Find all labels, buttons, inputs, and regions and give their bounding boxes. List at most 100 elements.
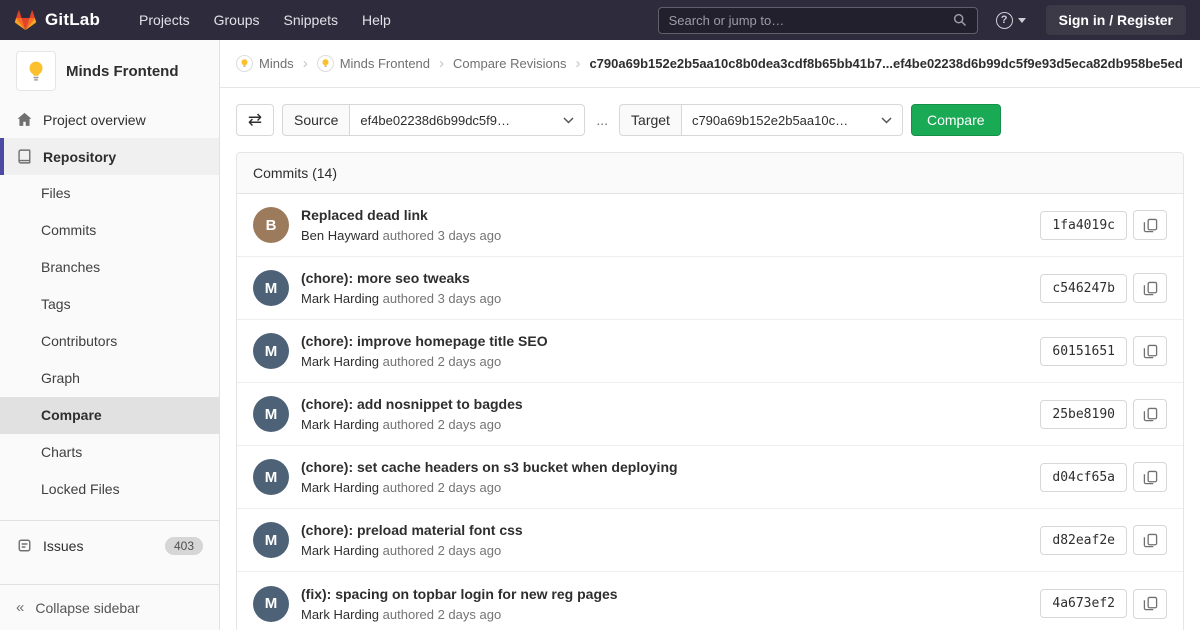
commit-author[interactable]: Mark Harding [301,354,379,369]
avatar[interactable]: B [253,207,289,243]
search-icon [953,13,967,27]
main-content: Minds › Minds Frontend › Compare Revisio… [220,0,1200,630]
commit-sha[interactable]: d82eaf2e [1040,526,1127,555]
commit-meta: Mark Harding authored 2 days ago [301,354,1028,369]
copy-sha-button[interactable] [1133,525,1167,555]
target-branch-dropdown[interactable]: c790a69b152e2b5aa10c… [681,104,903,136]
sidebar-subitem[interactable]: Tags [0,286,219,323]
copy-sha-button[interactable] [1133,273,1167,303]
sidebar-project-name: Minds Frontend [66,63,179,80]
commit-row: M (chore): preload material font css Mar… [237,509,1183,572]
commit-meta: Ben Hayward authored 3 days ago [301,228,1028,243]
source-label: Source [282,104,349,136]
sidebar-project-header[interactable]: Minds Frontend [0,40,219,101]
search-input[interactable] [669,13,953,28]
question-icon: ? [996,12,1013,29]
group-avatar-icon [236,55,253,72]
home-icon [16,112,32,128]
sidebar-subitem[interactable]: Graph [0,360,219,397]
sidebar-item-repository[interactable]: Repository [0,138,219,175]
commit-sha[interactable]: d04cf65a [1040,463,1127,492]
commit-title[interactable]: (chore): preload material font css [301,522,1028,538]
sidebar-subitem[interactable]: Locked Files [0,471,219,508]
commit-row: M (chore): set cache headers on s3 bucke… [237,446,1183,509]
avatar[interactable]: M [253,333,289,369]
commit-title[interactable]: Replaced dead link [301,207,1028,223]
nav-link-help[interactable]: Help [351,4,402,36]
commit-sha[interactable]: 60151651 [1040,337,1127,366]
commit-row: B Replaced dead link Ben Hayward authore… [237,194,1183,257]
commit-author[interactable]: Mark Harding [301,480,379,495]
commit-sha[interactable]: c546247b [1040,274,1127,303]
gitlab-logo[interactable]: GitLab [14,9,100,31]
commit-row: M (chore): more seo tweaks Mark Harding … [237,257,1183,320]
collapse-sidebar-button[interactable]: « Collapse sidebar [0,584,219,630]
project-avatar-icon [317,55,334,72]
commit-authored-time: authored 2 days ago [383,480,502,495]
compare-button[interactable]: Compare [911,104,1001,136]
breadcrumb-item-compare-revisions[interactable]: Compare Revisions [453,56,566,71]
copy-sha-button[interactable] [1133,589,1167,619]
copy-icon [1143,407,1158,422]
repository-submenu: Files Commits Branches Tags Contributors… [0,175,219,508]
commit-authored-time: authored 3 days ago [383,291,502,306]
nav-link-projects[interactable]: Projects [128,4,201,36]
avatar[interactable]: M [253,586,289,622]
breadcrumb-separator: › [439,55,444,72]
commit-author[interactable]: Mark Harding [301,607,379,622]
lightbulb-icon [16,51,56,91]
commit-title[interactable]: (chore): set cache headers on s3 bucket … [301,459,1028,475]
project-sidebar: Minds Frontend Project overview Reposito… [0,40,220,630]
breadcrumb-item-minds-frontend[interactable]: Minds Frontend [317,55,430,72]
commit-authored-time: authored 2 days ago [383,354,502,369]
commit-row: M (fix): spacing on topbar login for new… [237,572,1183,630]
sidebar-subitem[interactable]: Files [0,175,219,212]
commit-meta: Mark Harding authored 2 days ago [301,480,1028,495]
breadcrumb-current-sha-range: c790a69b152e2b5aa10c8b0dea3cdf8b65bb41b7… [589,56,1182,71]
chevron-down-icon [1018,18,1026,23]
swap-revisions-button[interactable]: ⇄ [236,104,274,136]
copy-icon [1143,344,1158,359]
sign-in-register-button[interactable]: Sign in / Register [1046,5,1186,35]
copy-sha-button[interactable] [1133,399,1167,429]
sidebar-subitem[interactable]: Branches [0,249,219,286]
avatar[interactable]: M [253,459,289,495]
breadcrumb-item-minds[interactable]: Minds [236,55,294,72]
copy-icon [1143,281,1158,296]
commit-title[interactable]: (chore): add nosnippet to bagdes [301,396,1028,412]
copy-icon [1143,533,1158,548]
book-icon [16,149,32,165]
sidebar-subitem[interactable]: Charts [0,434,219,471]
commit-author[interactable]: Mark Harding [301,543,379,558]
commit-title[interactable]: (fix): spacing on topbar login for new r… [301,586,1028,602]
sidebar-subitem[interactable]: Compare [0,397,219,434]
sidebar-item-project-overview[interactable]: Project overview [0,101,219,138]
sidebar-divider [0,520,219,521]
copy-sha-button[interactable] [1133,462,1167,492]
commit-meta: Mark Harding authored 2 days ago [301,543,1028,558]
commit-sha[interactable]: 4a673ef2 [1040,589,1127,618]
commit-author[interactable]: Mark Harding [301,291,379,306]
sidebar-subitem[interactable]: Contributors [0,323,219,360]
target-label: Target [619,104,681,136]
navbar-links: Projects Groups Snippets Help [128,4,402,36]
copy-icon [1143,470,1158,485]
issues-icon [16,538,32,554]
copy-sha-button[interactable] [1133,210,1167,240]
commit-title[interactable]: (chore): more seo tweaks [301,270,1028,286]
source-branch-dropdown[interactable]: ef4be02238d6b99dc5f9… [349,104,585,136]
nav-link-groups[interactable]: Groups [203,4,271,36]
help-menu[interactable]: ? [996,12,1026,29]
commit-sha[interactable]: 1fa4019c [1040,211,1127,240]
avatar[interactable]: M [253,396,289,432]
commit-author[interactable]: Ben Hayward [301,228,379,243]
nav-link-snippets[interactable]: Snippets [273,4,349,36]
commit-title[interactable]: (chore): improve homepage title SEO [301,333,1028,349]
avatar[interactable]: M [253,270,289,306]
sidebar-subitem[interactable]: Commits [0,212,219,249]
commit-author[interactable]: Mark Harding [301,417,379,432]
copy-sha-button[interactable] [1133,336,1167,366]
avatar[interactable]: M [253,522,289,558]
commit-sha[interactable]: 25be8190 [1040,400,1127,429]
sidebar-item-issues[interactable]: Issues 403 [0,527,219,564]
